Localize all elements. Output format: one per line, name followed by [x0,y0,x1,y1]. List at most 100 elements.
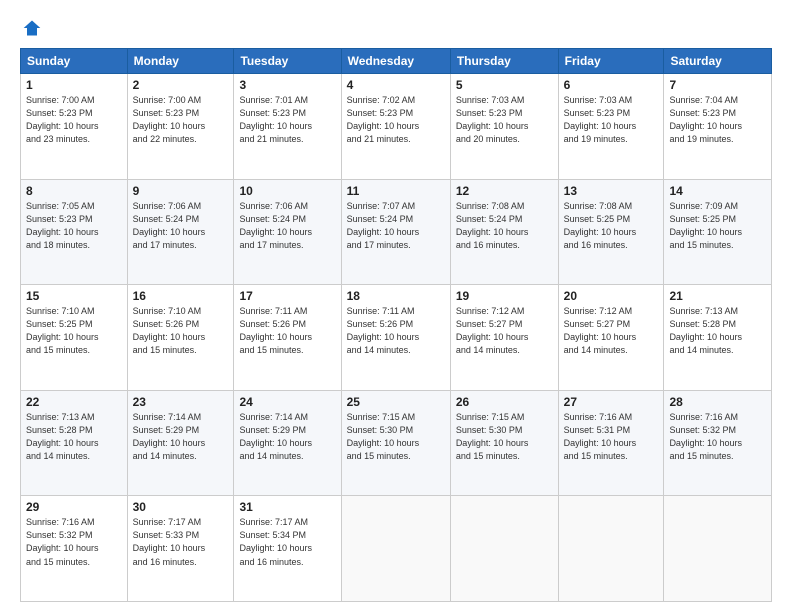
calendar-cell: 26 Sunrise: 7:15 AM Sunset: 5:30 PM Dayli… [450,390,558,496]
calendar-cell: 14 Sunrise: 7:09 AM Sunset: 5:25 PM Dayli… [664,179,772,285]
day-number: 26 [456,395,553,409]
calendar-cell: 18 Sunrise: 7:11 AM Sunset: 5:26 PM Dayli… [341,285,450,391]
logo-icon [22,18,42,38]
day-header-tuesday: Tuesday [234,49,341,74]
day-info: Sunrise: 7:13 AM Sunset: 5:28 PM Dayligh… [26,411,122,463]
calendar-week-5: 29 Sunrise: 7:16 AM Sunset: 5:32 PM Dayli… [21,496,772,602]
calendar-week-1: 1 Sunrise: 7:00 AM Sunset: 5:23 PM Daylig… [21,74,772,180]
calendar-cell: 10Sunrise: 7:06 AM Sunset: 5:24 PM Dayli… [234,179,341,285]
calendar-cell [664,496,772,602]
calendar-cell: 17 Sunrise: 7:11 AM Sunset: 5:26 PM Dayli… [234,285,341,391]
day-number: 28 [669,395,766,409]
day-info: Sunrise: 7:17 AM Sunset: 5:33 PM Dayligh… [133,516,229,568]
day-number: 18 [347,289,445,303]
day-info: Sunrise: 7:00 AM Sunset: 5:23 PM Dayligh… [26,94,122,146]
calendar-week-4: 22 Sunrise: 7:13 AM Sunset: 5:28 PM Dayli… [21,390,772,496]
calendar-cell: 31 Sunrise: 7:17 AM Sunset: 5:34 PM Dayli… [234,496,341,602]
day-info: Sunrise: 7:17 AM Sunset: 5:34 PM Dayligh… [239,516,335,568]
day-number: 21 [669,289,766,303]
day-info: Sunrise: 7:01 AM Sunset: 5:23 PM Dayligh… [239,94,335,146]
header [20,18,772,38]
day-number: 5 [456,78,553,92]
day-info: Sunrise: 7:08 AM Sunset: 5:25 PM Dayligh… [564,200,659,252]
calendar-cell: 16 Sunrise: 7:10 AM Sunset: 5:26 PM Dayli… [127,285,234,391]
day-number: 24 [239,395,335,409]
day-number: 11 [347,184,445,198]
day-info: Sunrise: 7:06 AM Sunset: 5:24 PM Dayligh… [133,200,229,252]
calendar-cell: 9 Sunrise: 7:06 AM Sunset: 5:24 PM Daylig… [127,179,234,285]
day-info: Sunrise: 7:12 AM Sunset: 5:27 PM Dayligh… [564,305,659,357]
day-info: Sunrise: 7:02 AM Sunset: 5:23 PM Dayligh… [347,94,445,146]
calendar-cell [341,496,450,602]
calendar-cell: 4 Sunrise: 7:02 AM Sunset: 5:23 PM Daylig… [341,74,450,180]
calendar-cell: 19Sunrise: 7:12 AM Sunset: 5:27 PM Dayli… [450,285,558,391]
day-number: 14 [669,184,766,198]
logo [20,18,42,38]
day-header-monday: Monday [127,49,234,74]
day-info: Sunrise: 7:09 AM Sunset: 5:25 PM Dayligh… [669,200,766,252]
day-info: Sunrise: 7:06 AM Sunset: 5:24 PM Dayligh… [239,200,335,252]
calendar-cell: 20 Sunrise: 7:12 AM Sunset: 5:27 PM Dayli… [558,285,664,391]
calendar-week-3: 15 Sunrise: 7:10 AM Sunset: 5:25 PM Dayli… [21,285,772,391]
day-header-saturday: Saturday [664,49,772,74]
day-number: 1 [26,78,122,92]
day-number: 31 [239,500,335,514]
day-info: Sunrise: 7:10 AM Sunset: 5:25 PM Dayligh… [26,305,122,357]
day-info: Sunrise: 7:15 AM Sunset: 5:30 PM Dayligh… [456,411,553,463]
day-info: Sunrise: 7:16 AM Sunset: 5:32 PM Dayligh… [26,516,122,568]
day-info: Sunrise: 7:05 AM Sunset: 5:23 PM Dayligh… [26,200,122,252]
day-info: Sunrise: 7:07 AM Sunset: 5:24 PM Dayligh… [347,200,445,252]
day-number: 25 [347,395,445,409]
day-number: 30 [133,500,229,514]
calendar-cell: 8 Sunrise: 7:05 AM Sunset: 5:23 PM Daylig… [21,179,128,285]
calendar-cell: 24 Sunrise: 7:14 AM Sunset: 5:29 PM Dayli… [234,390,341,496]
day-number: 27 [564,395,659,409]
day-number: 19 [456,289,553,303]
calendar-cell: 2Sunrise: 7:00 AM Sunset: 5:23 PM Daylig… [127,74,234,180]
day-number: 16 [133,289,229,303]
calendar-header-row: SundayMondayTuesdayWednesdayThursdayFrid… [21,49,772,74]
calendar-cell: 15 Sunrise: 7:10 AM Sunset: 5:25 PM Dayli… [21,285,128,391]
day-info: Sunrise: 7:15 AM Sunset: 5:30 PM Dayligh… [347,411,445,463]
calendar-cell [450,496,558,602]
day-info: Sunrise: 7:14 AM Sunset: 5:29 PM Dayligh… [239,411,335,463]
day-info: Sunrise: 7:13 AM Sunset: 5:28 PM Dayligh… [669,305,766,357]
day-number: 7 [669,78,766,92]
day-number: 29 [26,500,122,514]
calendar-cell: 6Sunrise: 7:03 AM Sunset: 5:23 PM Daylig… [558,74,664,180]
day-header-sunday: Sunday [21,49,128,74]
day-number: 12 [456,184,553,198]
day-info: Sunrise: 7:03 AM Sunset: 5:23 PM Dayligh… [564,94,659,146]
calendar-page: SundayMondayTuesdayWednesdayThursdayFrid… [0,0,792,612]
calendar-cell: 13Sunrise: 7:08 AM Sunset: 5:25 PM Dayli… [558,179,664,285]
calendar-week-2: 8 Sunrise: 7:05 AM Sunset: 5:23 PM Daylig… [21,179,772,285]
day-header-friday: Friday [558,49,664,74]
calendar-cell: 12 Sunrise: 7:08 AM Sunset: 5:24 PM Dayli… [450,179,558,285]
day-number: 20 [564,289,659,303]
calendar-cell: 28Sunrise: 7:16 AM Sunset: 5:32 PM Dayli… [664,390,772,496]
day-number: 9 [133,184,229,198]
day-info: Sunrise: 7:10 AM Sunset: 5:26 PM Dayligh… [133,305,229,357]
calendar-cell: 29 Sunrise: 7:16 AM Sunset: 5:32 PM Dayli… [21,496,128,602]
day-number: 4 [347,78,445,92]
calendar-cell: 11 Sunrise: 7:07 AM Sunset: 5:24 PM Dayli… [341,179,450,285]
day-number: 15 [26,289,122,303]
calendar-cell: 25 Sunrise: 7:15 AM Sunset: 5:30 PM Dayli… [341,390,450,496]
day-info: Sunrise: 7:04 AM Sunset: 5:23 PM Dayligh… [669,94,766,146]
day-info: Sunrise: 7:11 AM Sunset: 5:26 PM Dayligh… [239,305,335,357]
day-info: Sunrise: 7:11 AM Sunset: 5:26 PM Dayligh… [347,305,445,357]
day-header-wednesday: Wednesday [341,49,450,74]
day-header-thursday: Thursday [450,49,558,74]
day-number: 22 [26,395,122,409]
calendar-cell: 5Sunrise: 7:03 AM Sunset: 5:23 PM Daylig… [450,74,558,180]
calendar-cell: 21 Sunrise: 7:13 AM Sunset: 5:28 PM Dayli… [664,285,772,391]
day-number: 8 [26,184,122,198]
day-number: 23 [133,395,229,409]
day-number: 17 [239,289,335,303]
calendar-cell: 22 Sunrise: 7:13 AM Sunset: 5:28 PM Dayli… [21,390,128,496]
day-info: Sunrise: 7:14 AM Sunset: 5:29 PM Dayligh… [133,411,229,463]
calendar-cell: 27Sunrise: 7:16 AM Sunset: 5:31 PM Dayli… [558,390,664,496]
day-info: Sunrise: 7:08 AM Sunset: 5:24 PM Dayligh… [456,200,553,252]
calendar-cell: 3 Sunrise: 7:01 AM Sunset: 5:23 PM Daylig… [234,74,341,180]
day-number: 3 [239,78,335,92]
